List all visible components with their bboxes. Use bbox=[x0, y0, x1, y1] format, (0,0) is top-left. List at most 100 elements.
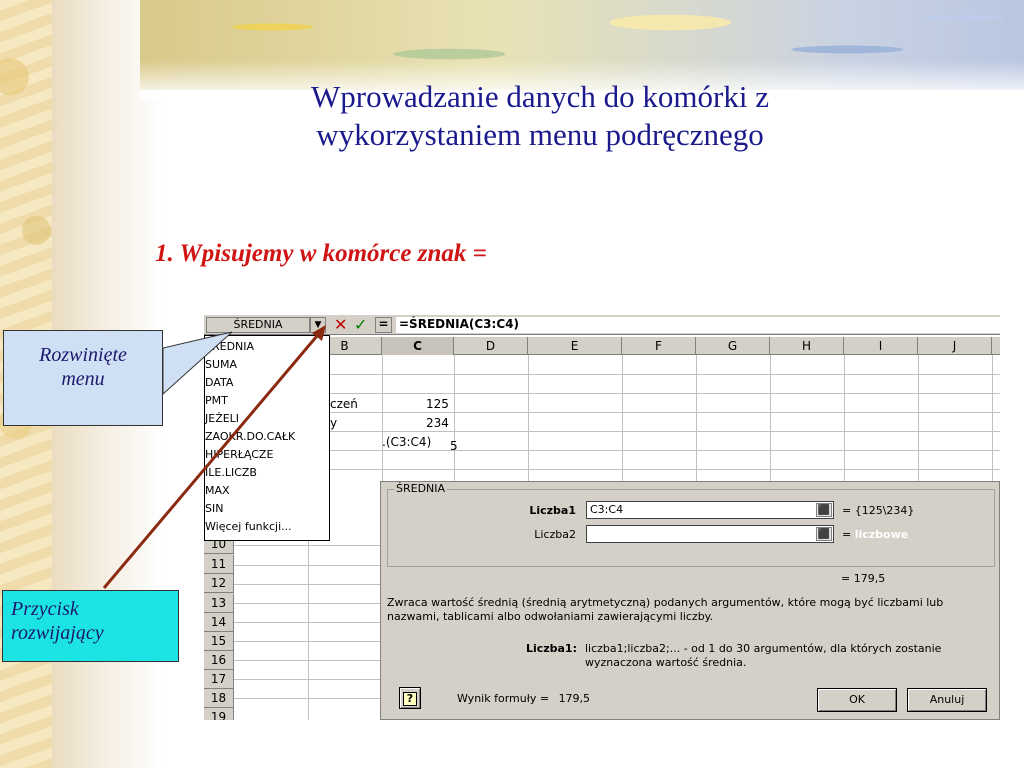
column-header-f[interactable]: F bbox=[622, 337, 696, 355]
cell-b4[interactable]: y bbox=[330, 416, 337, 430]
arg2-result-type: liczbowe bbox=[854, 528, 909, 541]
arg1-input[interactable]: C3:C4 bbox=[586, 501, 834, 519]
edit-formula-button[interactable]: = bbox=[375, 317, 392, 333]
cell-b3[interactable]: czeń bbox=[330, 397, 358, 411]
collapse-dialog-icon[interactable]: ⬛ bbox=[816, 527, 832, 541]
slide-title: Wprowadzanie danych do komórki z wykorzy… bbox=[200, 78, 880, 154]
callout-expanded-menu: Rozwinięte menu bbox=[3, 330, 163, 426]
menu-item-jezeli[interactable]: JEŻELI bbox=[205, 410, 329, 428]
arguments-group: ŚREDNIA Liczba1 C3:C4 ⬛ = {125\234} Licz… bbox=[387, 482, 995, 567]
function-description: Zwraca wartość średnią (średnią arytmety… bbox=[387, 596, 944, 623]
grid-line bbox=[918, 355, 919, 495]
menu-item-pmt[interactable]: PMT bbox=[205, 392, 329, 410]
arg2-result: = liczbowe bbox=[842, 528, 908, 541]
row-header[interactable]: 11 bbox=[204, 555, 234, 574]
column-header-h[interactable]: H bbox=[770, 337, 844, 355]
arg2-input[interactable] bbox=[586, 525, 834, 543]
formula-total-result: = 179,5 bbox=[841, 572, 886, 585]
function-dropdown-menu: ŚREDNIA SUMA DATA PMT JEŻELI ZAOKR.DO.CA… bbox=[204, 335, 330, 541]
column-header-d[interactable]: D bbox=[454, 337, 528, 355]
column-header-g[interactable]: G bbox=[696, 337, 770, 355]
arg1-label: Liczba1 bbox=[529, 504, 576, 517]
help-arg-text: liczba1;liczba2;... - od 1 do 30 argumen… bbox=[585, 642, 942, 669]
grid-line bbox=[622, 355, 623, 495]
menu-item-more-functions[interactable]: Więcej funkcji... bbox=[205, 518, 329, 536]
help-button[interactable]: ? bbox=[399, 687, 421, 709]
grid-line bbox=[528, 355, 529, 495]
help-arg-label: Liczba1: bbox=[525, 642, 577, 655]
callout-button-line2: rozwijający bbox=[11, 622, 104, 644]
grid-line bbox=[234, 584, 380, 585]
formula-input[interactable]: =ŚREDNIA(C3:C4) bbox=[396, 317, 1000, 333]
menu-item-hiperlacze[interactable]: HIPERŁĄCZE bbox=[205, 446, 329, 464]
formula-result-value: 179,5 bbox=[558, 692, 591, 705]
help-icon: ? bbox=[403, 692, 417, 706]
row-headers: 10 11 12 13 14 15 16 17 18 19 bbox=[204, 527, 234, 720]
grid-line bbox=[696, 355, 697, 495]
grid-line bbox=[308, 469, 1000, 470]
grid-line bbox=[382, 355, 383, 495]
formula-bar: ŚREDNIA ▼ ✕ ✓ = =ŚREDNIA(C3:C4) bbox=[204, 315, 1000, 335]
column-header-c[interactable]: C bbox=[382, 337, 454, 355]
cell-c3[interactable]: 125 bbox=[426, 397, 449, 411]
row-header[interactable]: 14 bbox=[204, 613, 234, 632]
arg2-label: Liczba2 bbox=[534, 528, 576, 541]
slide-title-line2: wykorzystaniem menu podręcznego bbox=[316, 117, 764, 152]
arg1-result: = {125\234} bbox=[842, 504, 915, 517]
row-header[interactable]: 16 bbox=[204, 651, 234, 670]
grid-line bbox=[308, 527, 309, 720]
grid-line bbox=[308, 412, 1000, 413]
grid-line bbox=[234, 603, 380, 604]
collapse-dialog-icon[interactable]: ⬛ bbox=[816, 503, 832, 517]
row-header[interactable]: 17 bbox=[204, 670, 234, 689]
cancel-button[interactable]: Anuluj bbox=[907, 688, 987, 712]
arg2-result-eq: = bbox=[842, 528, 852, 541]
menu-item-zaokr[interactable]: ZAOKR.DO.CAŁK bbox=[205, 428, 329, 446]
grid-line bbox=[234, 545, 380, 546]
menu-item-data[interactable]: DATA bbox=[205, 374, 329, 392]
menu-item-srednia[interactable]: ŚREDNIA bbox=[205, 338, 329, 356]
menu-item-suma[interactable]: SUMA bbox=[205, 356, 329, 374]
menu-item-sin[interactable]: SIN bbox=[205, 500, 329, 518]
grid-line bbox=[234, 679, 380, 680]
grid-line bbox=[308, 450, 1000, 451]
grid-line bbox=[234, 660, 380, 661]
name-box-dropdown-button[interactable]: ▼ bbox=[310, 317, 326, 333]
function-arguments-dialog: ŚREDNIA Liczba1 C3:C4 ⬛ = {125\234} Licz… bbox=[380, 481, 1000, 720]
ok-button[interactable]: OK bbox=[817, 688, 897, 712]
row-header[interactable]: 15 bbox=[204, 632, 234, 651]
grid-line bbox=[308, 374, 1000, 375]
callout-dropdown-button: Przycisk rozwijający bbox=[2, 590, 179, 662]
cancel-icon[interactable]: ✕ bbox=[334, 315, 347, 334]
grid-line bbox=[234, 565, 380, 566]
formula-result-label: Wynik formuły = bbox=[457, 692, 550, 705]
grid-line bbox=[308, 393, 1000, 394]
slide-title-line1: Wprowadzanie danych do komórki z bbox=[311, 79, 769, 114]
grid-line bbox=[234, 641, 380, 642]
column-header-j[interactable]: J bbox=[918, 337, 992, 355]
grid-line bbox=[454, 355, 455, 495]
row-header[interactable]: 18 bbox=[204, 689, 234, 708]
grid-line bbox=[234, 698, 380, 699]
enter-icon[interactable]: ✓ bbox=[354, 315, 367, 334]
excel-window: ŚREDNIA ▼ ✕ ✓ = =ŚREDNIA(C3:C4) B C D E … bbox=[204, 315, 1000, 720]
menu-item-max[interactable]: MAX bbox=[205, 482, 329, 500]
grid-line bbox=[234, 622, 380, 623]
callout-button-line1: Przycisk bbox=[11, 598, 79, 620]
slide-subtitle: 1. Wpisujemy w komórce znak = bbox=[155, 240, 487, 267]
grid-line bbox=[308, 431, 1000, 432]
cell-d5[interactable]: 5 bbox=[450, 439, 458, 453]
row-header[interactable]: 19 bbox=[204, 708, 234, 720]
column-header-e[interactable]: E bbox=[528, 337, 622, 355]
column-header-i[interactable]: I bbox=[844, 337, 918, 355]
grid-line bbox=[844, 355, 845, 495]
arguments-group-title: ŚREDNIA bbox=[394, 482, 448, 495]
row-header[interactable]: 12 bbox=[204, 574, 234, 593]
row-header[interactable]: 13 bbox=[204, 594, 234, 613]
name-box[interactable]: ŚREDNIA bbox=[206, 317, 310, 333]
menu-item-ile-liczb[interactable]: ILE.LICZB bbox=[205, 464, 329, 482]
cell-c4[interactable]: 234 bbox=[426, 416, 449, 430]
cell-c5[interactable]: .(C3:C4) bbox=[382, 435, 431, 449]
callout-menu-line2: menu bbox=[61, 368, 105, 390]
grid-line bbox=[992, 355, 993, 495]
